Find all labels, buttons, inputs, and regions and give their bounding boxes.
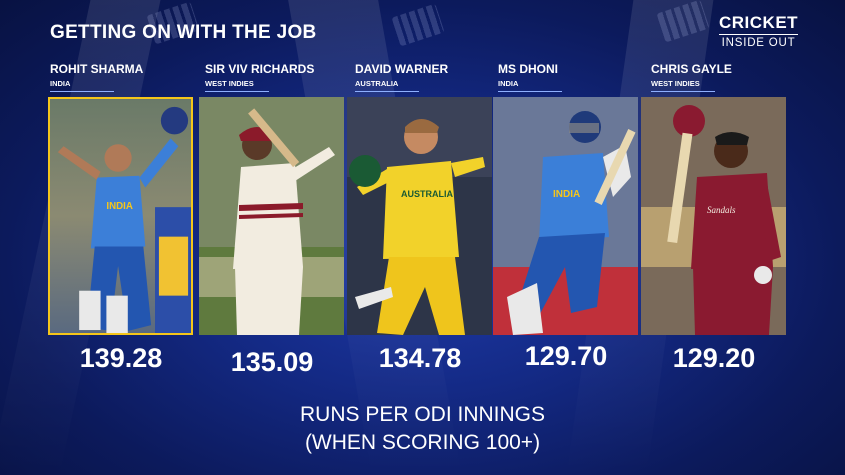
player-name: CHRIS GAYLE (651, 62, 732, 76)
player-photo-viv-richards (199, 97, 344, 335)
player-name: DAVID WARNER (355, 62, 449, 76)
header-underline (50, 91, 114, 92)
svg-text:INDIA: INDIA (553, 189, 580, 200)
caption-line2: (WHEN SCORING 100+) (304, 431, 541, 454)
player-photo-chris-gayle: Sandals (641, 97, 786, 335)
svg-text:Sandals: Sandals (707, 205, 736, 215)
header-underline (498, 91, 562, 92)
player-value: 129.20 (672, 343, 756, 373)
player-team: WEST INDIES (651, 79, 700, 88)
player-header-chris-gayle: CHRIS GAYLE WEST INDIES (651, 62, 797, 92)
player-header-viv-richards: SIR VIV RICHARDS WEST INDIES (205, 62, 351, 92)
infographic: GETTING ON WITH THE JOB CRICKET INSIDE O… (0, 0, 845, 475)
player-value: 135.09 (230, 347, 314, 377)
svg-text:AUSTRALIA: AUSTRALIA (401, 189, 453, 199)
cricket-inside-out-logo: CRICKET INSIDE OUT (719, 13, 799, 50)
player-name: MS DHONI (498, 62, 558, 76)
player-team: INDIA (498, 79, 519, 88)
player-value: 129.70 (524, 341, 608, 371)
player-value: 139.28 (79, 343, 163, 373)
page-title: GETTING ON WITH THE JOB (50, 22, 317, 43)
player-photo-rohit-sharma: INDIA (48, 97, 193, 335)
caption-line1: RUNS PER ODI INNINGS (299, 403, 546, 426)
floodlight-icon (391, 3, 445, 47)
player-header-ms-dhoni: MS DHONI INDIA (498, 62, 644, 92)
logo-line1: CRICKET (719, 13, 799, 32)
player-value: 134.78 (378, 343, 462, 373)
player-name: SIR VIV RICHARDS (205, 62, 315, 76)
svg-text:INDIA: INDIA (106, 201, 132, 212)
player-team: WEST INDIES (205, 79, 254, 88)
header-underline (355, 91, 419, 92)
player-name: ROHIT SHARMA (50, 62, 144, 76)
player-header-david-warner: DAVID WARNER AUSTRALIA (355, 62, 501, 92)
player-team: INDIA (50, 79, 71, 88)
logo-divider (719, 34, 799, 35)
header-underline (651, 91, 715, 92)
logo-line2: INSIDE OUT (721, 37, 796, 49)
player-photo-ms-dhoni: INDIA (493, 97, 638, 335)
player-header-rohit-sharma: ROHIT SHARMA INDIA (50, 62, 196, 92)
header-underline (205, 91, 269, 92)
player-team: AUSTRALIA (355, 79, 399, 88)
player-photo-david-warner: AUSTRALIA (347, 97, 492, 335)
